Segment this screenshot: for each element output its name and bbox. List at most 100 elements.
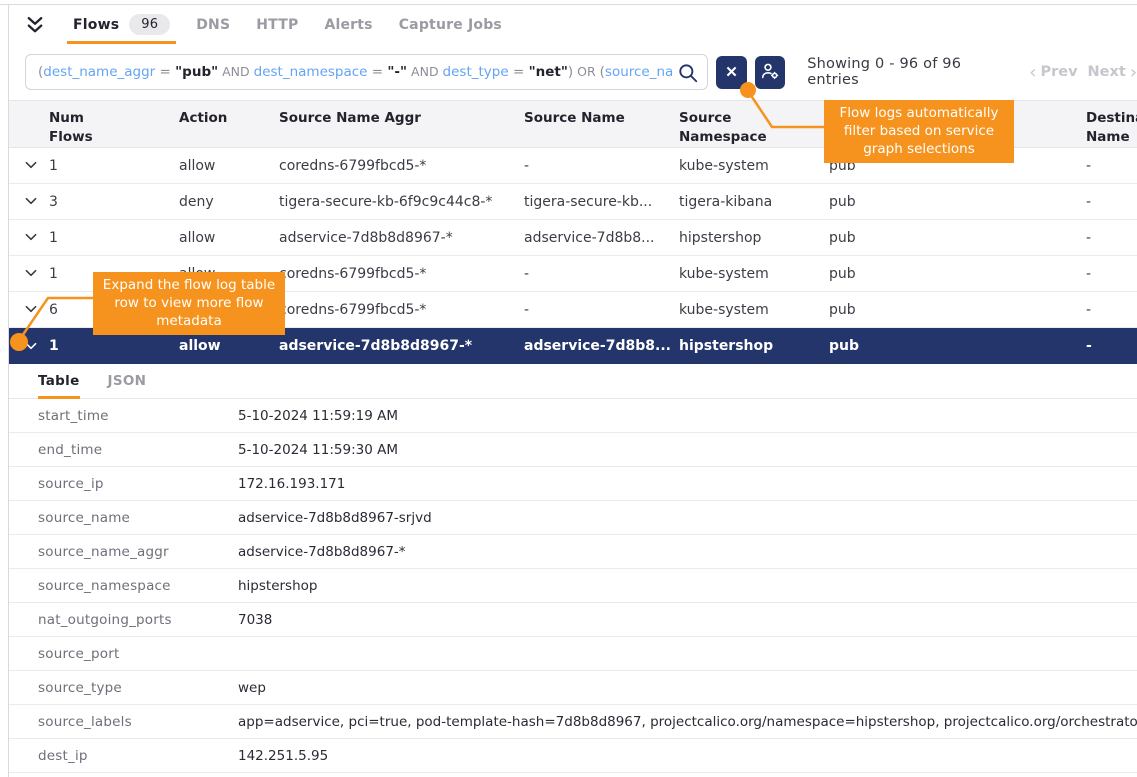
- detail-field-key: source_labels: [38, 714, 238, 730]
- cell-source-namespace: tigera-kibana: [679, 194, 829, 210]
- detail-field-row: source_ip 172.16.193.171: [9, 467, 1137, 501]
- cell-destination-name: -: [1086, 266, 1137, 282]
- tab-capture-jobs[interactable]: Capture Jobs: [399, 5, 502, 44]
- detail-field-key: start_time: [38, 408, 238, 424]
- tab-dns[interactable]: DNS: [196, 5, 230, 44]
- cell-source-namespace: kube-system: [679, 158, 829, 174]
- user-settings-button[interactable]: [755, 56, 785, 89]
- cell-source-name-aggr: coredns-6799fbcd5-*: [279, 266, 524, 282]
- detail-field-value: adservice-7d8b8d8967-*: [238, 544, 1137, 560]
- detail-field-value: 5-10-2024 11:59:19 AM: [238, 408, 1137, 424]
- callout-filter-tip: Flow logs automatically filter based on …: [824, 100, 1014, 163]
- detail-field-value: wep: [238, 680, 1137, 696]
- detail-field-row: source_type wep: [9, 671, 1137, 705]
- tab-flows[interactable]: Flows 96: [73, 5, 170, 44]
- tab-http[interactable]: HTTP: [256, 5, 298, 44]
- person-gear-icon: [760, 61, 780, 84]
- cell-dest-name-aggr: pub: [829, 302, 1086, 318]
- cell-source-namespace: kube-system: [679, 266, 829, 282]
- detail-field-row: source_name adservice-7d8b8d8967-srjvd: [9, 501, 1137, 535]
- collapse-panel-icon[interactable]: [25, 15, 47, 35]
- cell-action: deny: [179, 194, 279, 210]
- tab-flows-label: Flows: [73, 17, 119, 33]
- cell-action: allow: [179, 158, 279, 174]
- cell-destination-name: -: [1086, 230, 1137, 246]
- detail-field-value: 7038: [238, 612, 1137, 628]
- cell-source-name-aggr: adservice-7d8b8d8967-*: [279, 338, 524, 354]
- cell-source-name: tigera-secure-kb...: [524, 194, 679, 210]
- cell-source-name: adservice-7d8b8...: [524, 230, 679, 246]
- cell-action: allow: [179, 338, 279, 354]
- clear-filter-button[interactable]: ✕: [716, 56, 746, 89]
- detail-field-key: source_type: [38, 680, 238, 696]
- cell-source-name: -: [524, 302, 679, 318]
- next-page-button[interactable]: Next ›: [1088, 62, 1137, 83]
- detail-field-row: nat_outgoing_ports 7038: [9, 603, 1137, 637]
- cell-destination-name: -: [1086, 302, 1137, 318]
- cell-num-flows: 1: [49, 158, 179, 174]
- cell-num-flows: 1: [49, 338, 179, 354]
- table-row[interactable]: 1 allow adservice-7d8b8d8967-* adservice…: [9, 220, 1137, 256]
- cell-source-name: adservice-7d8b8...: [524, 338, 679, 354]
- cell-num-flows: 3: [49, 194, 179, 210]
- log-type-tab-bar: Flows 96 DNS HTTP Alerts Capture Jobs: [9, 5, 1137, 44]
- cell-dest-name-aggr: pub: [829, 338, 1086, 354]
- chevron-down-icon[interactable]: [25, 342, 49, 351]
- detail-field-key: source_name_aggr: [38, 544, 238, 560]
- flows-count-badge: 96: [129, 14, 170, 35]
- close-icon: ✕: [725, 65, 738, 80]
- column-header-source-name-aggr: Source Name Aggr: [279, 109, 524, 128]
- filter-query-text: (dest_name_aggr = "pub" AND dest_namespa…: [38, 64, 673, 80]
- chevron-down-icon[interactable]: [25, 233, 49, 242]
- cell-source-name-aggr: adservice-7d8b8d8967-*: [279, 230, 524, 246]
- detail-field-key: source_namespace: [38, 578, 238, 594]
- detail-field-key: dest_ip: [38, 748, 238, 764]
- detail-field-row: dest_ip 142.251.5.95: [9, 739, 1137, 773]
- cell-source-name: -: [524, 158, 679, 174]
- detail-field-value: 172.16.193.171: [238, 476, 1137, 492]
- filter-bar: (dest_name_aggr = "pub" AND dest_namespa…: [25, 53, 1137, 91]
- pagination-summary: Showing 0 - 96 of 96 entries: [807, 56, 1001, 88]
- chevron-down-icon[interactable]: [25, 269, 49, 278]
- column-header-destination-name: Destination Name: [1086, 109, 1137, 147]
- column-header-action: Action: [179, 109, 279, 128]
- tab-alerts[interactable]: Alerts: [324, 5, 372, 44]
- callout-expand-tip: Expand the flow log table row to view mo…: [93, 272, 285, 335]
- cell-dest-name-aggr: pub: [829, 230, 1086, 246]
- detail-field-row: source_labels app=adservice, pci=true, p…: [9, 705, 1137, 739]
- flow-logs-panel: Flows 96 DNS HTTP Alerts Capture Jobs (d…: [0, 0, 1137, 777]
- filter-query-input[interactable]: (dest_name_aggr = "pub" AND dest_namespa…: [25, 54, 708, 90]
- column-header-num-flows: Num Flows: [49, 109, 107, 147]
- detail-field-value: hipstershop: [238, 578, 1137, 594]
- prev-page-button[interactable]: ‹ Prev: [1029, 62, 1077, 83]
- search-icon[interactable]: [677, 62, 699, 84]
- detail-field-value: 142.251.5.95: [238, 748, 1137, 764]
- chevron-down-icon[interactable]: [25, 197, 49, 206]
- detail-field-value: adservice-7d8b8d8967-srjvd: [238, 510, 1137, 526]
- flow-detail-tab-bar: Table JSON: [9, 364, 1137, 399]
- cell-source-name-aggr: coredns-6799fbcd5-*: [279, 158, 524, 174]
- flow-detail-table: start_time 5-10-2024 11:59:19 AM end_tim…: [9, 399, 1137, 773]
- column-header-source-name: Source Name: [524, 109, 679, 128]
- detail-tab-json[interactable]: JSON: [108, 364, 147, 399]
- chevron-right-icon: ›: [1130, 62, 1137, 83]
- panel-left-border: [8, 5, 9, 777]
- chevron-down-icon[interactable]: [25, 161, 49, 170]
- detail-field-key: source_ip: [38, 476, 238, 492]
- cell-dest-name-aggr: pub: [829, 194, 1086, 210]
- chevron-left-icon: ‹: [1029, 62, 1036, 83]
- detail-field-value: app=adservice, pci=true, pod-template-ha…: [238, 714, 1137, 730]
- cell-dest-name-aggr: pub: [829, 266, 1086, 282]
- cell-source-name-aggr: coredns-6799fbcd5-*: [279, 302, 524, 318]
- detail-field-row: source_name_aggr adservice-7d8b8d8967-*: [9, 535, 1137, 569]
- cell-destination-name: -: [1086, 158, 1137, 174]
- cell-source-name: -: [524, 266, 679, 282]
- detail-field-key: end_time: [38, 442, 238, 458]
- detail-field-row: start_time 5-10-2024 11:59:19 AM: [9, 399, 1137, 433]
- detail-field-row: source_port: [9, 637, 1137, 671]
- table-row[interactable]: 3 deny tigera-secure-kb-6f9c9c44c8-* tig…: [9, 184, 1137, 220]
- detail-tab-table[interactable]: Table: [38, 364, 80, 399]
- chevron-down-icon[interactable]: [25, 305, 49, 314]
- cell-source-namespace: hipstershop: [679, 338, 829, 354]
- cell-source-namespace: hipstershop: [679, 230, 829, 246]
